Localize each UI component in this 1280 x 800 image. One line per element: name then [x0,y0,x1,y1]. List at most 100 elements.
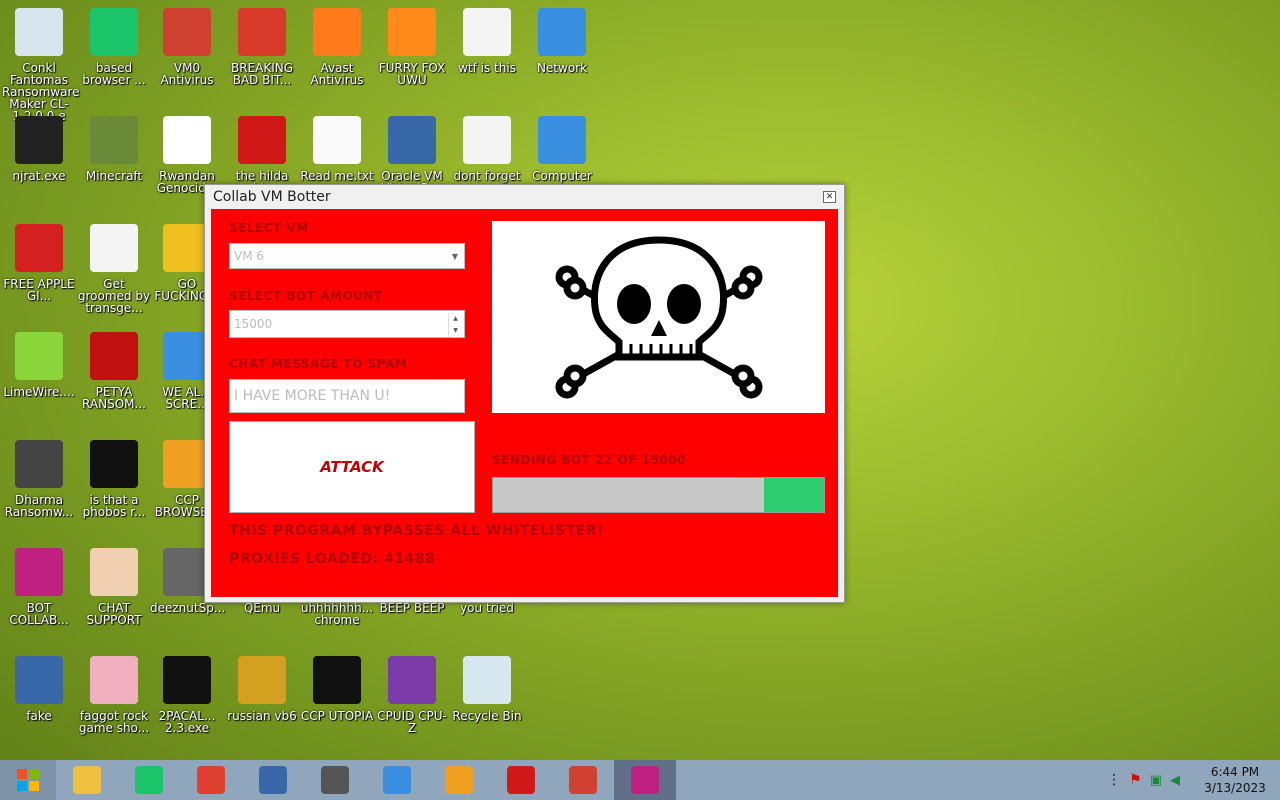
desktop-icon-label: Minecraft [85,169,143,183]
virtualbox-icon [259,766,287,794]
desktop-icon[interactable]: Oracle VM VirtualBox [373,116,451,194]
desktop-icon-label: CHAT SUPPORT [86,601,142,627]
desktop-icon-label: uhhhhhhh... chrome [300,601,374,627]
taskbar-windows-stack-button[interactable] [304,760,366,800]
desktop-icon[interactable]: VM0 Antivirus [148,8,226,86]
desktop-icon-label: 2PACAL... 2.3.exe [158,709,216,735]
collab-vm-botter-window: Collab VM Botter ✕ SELECT VM VM 6 ▼ SELE… [204,184,845,603]
progress-bar [492,477,825,513]
desktop-icon-label: Get groomed by transge... [77,277,151,315]
icq-icon [90,440,138,488]
skull-icon [15,440,63,488]
desktop-icon-label: FREE APPLE GI... [3,277,75,303]
taskbar-browser-button[interactable] [428,760,490,800]
desktop-icon[interactable]: Conkl Fantomas Ransomware Maker CL-1.2.0… [0,8,80,122]
taskbar-bot-collab-button[interactable] [614,760,676,800]
desktop-icon[interactable]: Read me.txt [298,116,376,182]
close-button[interactable]: ✕ [823,191,836,203]
stepper-down-icon[interactable]: ▼ [449,325,462,337]
desktop-icon[interactable]: russian vb6 [223,656,301,722]
desktop-icon[interactable]: faggot rock game sho... [75,656,153,734]
desktop-icon[interactable]: dont forget to... [448,116,526,194]
taskbar-virtualbox-button[interactable] [242,760,304,800]
file-explorer-icon [73,766,101,794]
clock-time: 6:44 PM [1210,765,1260,779]
desktop-icon-label: BEEP BEEP [379,601,445,615]
bot-amount-stepper[interactable]: 15000 ▲ ▼ [229,310,465,338]
desktop-icon[interactable]: BOT COLLAB... [0,548,78,626]
flag-icon[interactable]: ⚑ [1129,772,1142,788]
desktop-icon[interactable]: based browser ... [75,8,153,86]
desktop-icon[interactable]: Computer [523,116,601,182]
taskbar-chrome-button[interactable] [180,760,242,800]
desktop-icon-label: you tried [460,601,514,615]
desktop-icon[interactable]: FREE APPLE GI... [0,224,78,302]
desktop-icon[interactable]: Minecraft [75,116,153,182]
select-vm-dropdown[interactable]: VM 6 ▼ [229,243,465,269]
desktop-icon-label: Computer [532,169,592,183]
desktop-icon[interactable]: LimeWire.... [0,332,78,398]
taskbar-shield-button[interactable] [552,760,614,800]
desktop-icon[interactable]: CHAT SUPPORT [75,548,153,626]
desktop-icon-label: based browser ... [82,61,146,87]
apple-icon [15,224,63,272]
desktop-icon[interactable]: FURRY FOX UWU [373,8,451,86]
chevron-down-icon: ▼ [451,251,458,261]
taskbar: ⋮ ⚑ ▣ ◀ 6:44 PM 3/13/2023 [0,760,1280,800]
desktop-icon[interactable]: CPUID CPU-Z [373,656,451,734]
skull-image [492,221,825,413]
desktop-icon-label: faggot rock game sho... [78,709,150,735]
network-icon [538,8,586,56]
chat-message-input[interactable]: I HAVE MORE THAN U! [229,379,465,413]
vb6-icon [238,656,286,704]
desktop-icon[interactable]: PETYA RANSOM... [75,332,153,410]
desktop-icon-label: Recycle Bin [452,709,522,723]
proxies-text: PROXIES LOADED: 41488 [229,551,436,567]
desktop-icon[interactable]: Network [523,8,601,74]
progress-fill [764,478,824,512]
desktop-icon-label: BOT COLLAB... [9,601,69,627]
doctor-icon [90,548,138,596]
desktop-icon-label: LimeWire.... [3,385,75,399]
volume-icon[interactable]: ◀ [1170,773,1180,788]
network-icon[interactable]: ▣ [1150,773,1162,788]
clock[interactable]: 6:44 PM 3/13/2023 [1190,760,1280,800]
desktop-icon[interactable]: Dharma Ransomw... [0,440,78,518]
desktop-icon[interactable]: Recycle Bin [448,656,526,722]
chrome-icon [197,766,225,794]
desktop-icon[interactable]: Rwandan Genocid... [148,116,226,194]
skull-crossbones-icon [555,236,762,399]
desktop-icon[interactable]: 2PACAL... 2.3.exe [148,656,226,734]
shield-icon [163,8,211,56]
stepper-up-icon[interactable]: ▲ [449,313,462,325]
lime-icon [15,332,63,380]
desktop-icon-label: PETYA RANSOM... [82,385,146,411]
window-titlebar[interactable]: Collab VM Botter ✕ [205,185,844,209]
window-app-icon [15,8,63,56]
chat-message-value: I HAVE MORE THAN U! [234,388,391,404]
document-icon [90,224,138,272]
chat-message-label: CHAT MESSAGE TO SPAM [229,357,408,371]
stepper-arrows[interactable]: ▲ ▼ [448,313,462,337]
desktop-icon-label: Read me.txt [300,169,374,183]
desktop-icon[interactable]: njrat.exe [0,116,78,182]
taskbar-file-explorer-button[interactable] [56,760,118,800]
taskbar-empty-area[interactable] [676,760,1097,800]
virtualbox-icon [15,656,63,704]
desktop-icon[interactable]: Get groomed by transge... [75,224,153,314]
taskbar-apps [56,760,676,800]
taskbar-devcpp-button[interactable] [490,760,552,800]
desktop-icon[interactable]: CCP UTOPIA [298,656,376,722]
desktop-icon[interactable]: BREAKING BAD BIT... [223,8,301,86]
attack-button[interactable]: ATTACK [229,421,475,513]
desktop-icon[interactable]: Avast Antivirus [298,8,376,86]
start-button[interactable] [0,760,56,800]
desktop-icon[interactable]: wtf is this [448,8,526,74]
desktop-icon[interactable]: the hilda ide [223,116,301,194]
desktop-icon[interactable]: fake [0,656,78,722]
taskbar-chat-button[interactable] [118,760,180,800]
overflow-icon[interactable]: ⋮ [1107,772,1121,788]
angry-bird-icon [238,8,286,56]
desktop-icon[interactable]: is that a phobos r... [75,440,153,518]
taskbar-computer-button[interactable] [366,760,428,800]
